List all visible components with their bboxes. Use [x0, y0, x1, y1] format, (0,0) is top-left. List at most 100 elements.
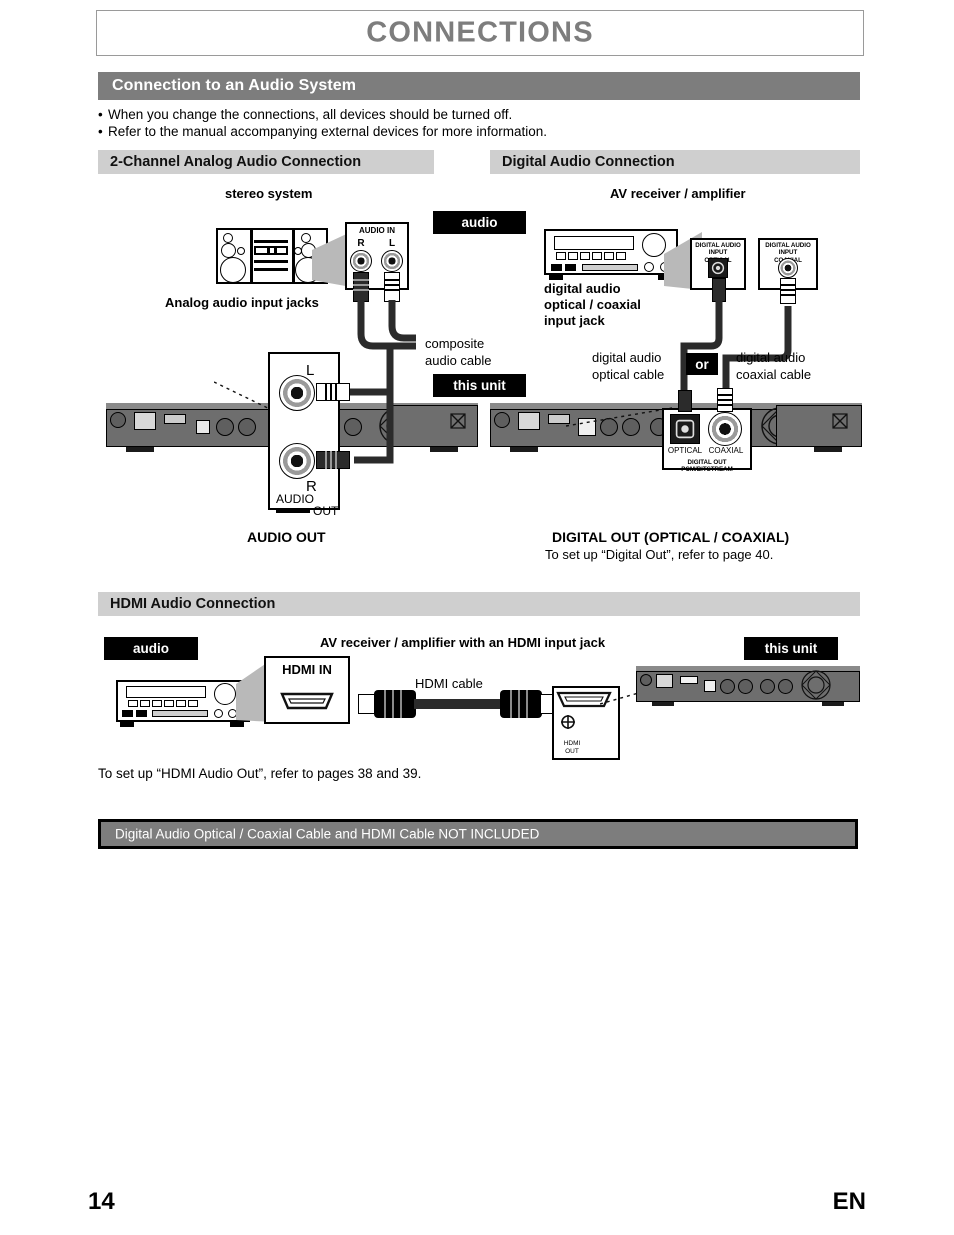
stereo-deck-slot: [254, 268, 288, 271]
plug-ring: [384, 289, 400, 291]
digital-input-jack-caption-1: digital audio: [544, 281, 621, 296]
av-receiver-switch: [122, 710, 133, 717]
plug-ring: [384, 284, 400, 286]
av-receiver-button: [152, 700, 162, 707]
digital-coaxial-line1: DIGITAL AUDIO INPUT: [765, 242, 811, 257]
unit-optical-out-jack: [670, 414, 700, 444]
av-receiver-label: AV receiver / amplifier: [610, 186, 746, 201]
plug-ring: [780, 284, 796, 286]
unit-screw-icon: [110, 412, 126, 428]
bullet-text: When you change the connections, all dev…: [108, 107, 513, 122]
speaker-dot-icon: [294, 247, 302, 255]
subsection-digital-title: Digital Audio Connection: [502, 154, 675, 170]
rca-plug-white: [384, 272, 400, 302]
coaxial-cable-label-1: digital audio: [736, 350, 806, 365]
optical-plug-unit: [678, 390, 692, 412]
av-receiver-display: [554, 236, 634, 250]
unit-av-jack: [778, 679, 793, 694]
av-receiver-jack: [644, 262, 654, 272]
audio-in-l-label: L: [388, 238, 396, 249]
audio-out-panel-label: AUDIO: [276, 492, 315, 506]
unit-lan-port: [656, 674, 673, 688]
stereo-system-label: stereo system: [225, 186, 313, 201]
bullet-marker: •: [98, 124, 103, 139]
plug-ring: [335, 383, 337, 401]
plug-ring: [526, 690, 528, 718]
stereo-deck-slot: [254, 240, 288, 243]
hdmi-note: To set up “HDMI Audio Out”, refer to pag…: [98, 766, 422, 781]
unit-foot: [814, 447, 842, 452]
unit-foot: [126, 447, 154, 452]
unit-digital-out-panel-label: DIGITAL OUT PCM/BITSTREAM: [662, 459, 752, 473]
digital-out-leader-line: [566, 407, 673, 427]
bullet-marker: •: [98, 107, 103, 122]
unit-fan-grille: [801, 670, 831, 700]
av-receiver-button: [140, 700, 150, 707]
av-receiver-switch: [565, 264, 576, 271]
page-title-box: CONNECTIONS: [96, 10, 864, 56]
unit-rear-panel-right-part: [776, 405, 862, 447]
audio-tag-left: audio: [433, 211, 526, 234]
av-receiver-button: [556, 252, 566, 260]
digital-input-jack-caption-3: input jack: [544, 313, 605, 328]
digital-out-caption-note: To set up “Digital Out”, refer to page 4…: [545, 547, 774, 562]
plug-ring: [780, 294, 796, 296]
hdmi-in-label: HDMI IN: [282, 662, 332, 677]
av-receiver-strip: [582, 264, 638, 271]
unit-foot: [652, 702, 674, 706]
subsection-hdmi-bar: HDMI Audio Connection: [98, 592, 860, 616]
audio-in-r-label: R: [357, 238, 365, 249]
av-receiver-volume-knob: [214, 683, 236, 705]
av-receiver-button: [592, 252, 602, 260]
av-receiver-button: [616, 252, 626, 260]
av-receiver-strip: [152, 710, 208, 717]
audio-in-title: AUDIO IN: [359, 226, 395, 235]
not-included-notice: Digital Audio Optical / Coaxial Cable an…: [98, 819, 858, 849]
unit-foot: [510, 447, 538, 452]
unit-screw-icon: [640, 674, 652, 686]
av-receiver-foot: [549, 275, 563, 280]
hdmi-plug-right-body: [500, 690, 542, 718]
speaker-mid-icon: [221, 243, 236, 258]
stereo-divider: [250, 228, 253, 284]
av-receiver-foot: [120, 722, 134, 727]
av-receiver-button: [568, 252, 578, 260]
plug-ring: [400, 690, 402, 718]
audio-tag-hdmi: audio: [104, 637, 198, 660]
optical-plug: [712, 278, 726, 302]
plug-ring: [325, 383, 327, 401]
plug-ring: [518, 690, 520, 718]
unit-optical-label: OPTICAL: [667, 446, 703, 455]
unit-optical-port: [196, 420, 210, 434]
subsection-analog-bar: 2-Channel Analog Audio Connection: [98, 150, 434, 174]
or-tag: or: [686, 353, 718, 375]
manual-page: CONNECTIONS Connection to an Audio Syste…: [0, 0, 954, 1235]
unit-av-jack: [738, 679, 753, 694]
hdmi-out-screw-icon: [560, 714, 576, 730]
hdmi-cable-body: [414, 699, 504, 709]
av-receiver-button: [188, 700, 198, 707]
unit-coaxial-label: COAXIAL: [708, 446, 744, 455]
plug-ring: [325, 451, 327, 469]
av-receiver-button: [164, 700, 174, 707]
unit-av-jack: [720, 679, 735, 694]
av-receiver-button: [580, 252, 590, 260]
coaxial-jack-icon: [778, 258, 798, 278]
av-receiver-button: [604, 252, 614, 260]
section-bullets: • When you change the connections, all de…: [98, 106, 864, 140]
stereo-deck-line: [267, 246, 270, 255]
bullet-text: Refer to the manual accompanying externa…: [108, 124, 547, 139]
speaker-tweeter-icon: [223, 233, 233, 243]
audio-in-r-jack: [350, 250, 372, 272]
unit-av-jack: [760, 679, 775, 694]
hdmi-out-label: HDMI OUT: [552, 740, 592, 755]
stereo-deck-line: [274, 246, 277, 255]
plug-ring: [717, 394, 733, 396]
unit-optical-port: [704, 680, 716, 692]
unit-hdmi-port: [680, 676, 698, 684]
plug-ring: [330, 383, 332, 401]
unit-coaxial-out-jack: [708, 412, 742, 446]
optical-cable-label-1: digital audio: [592, 350, 662, 365]
subsection-digital-bar: Digital Audio Connection: [490, 150, 860, 174]
audio-out-caption: AUDIO OUT: [247, 529, 326, 545]
